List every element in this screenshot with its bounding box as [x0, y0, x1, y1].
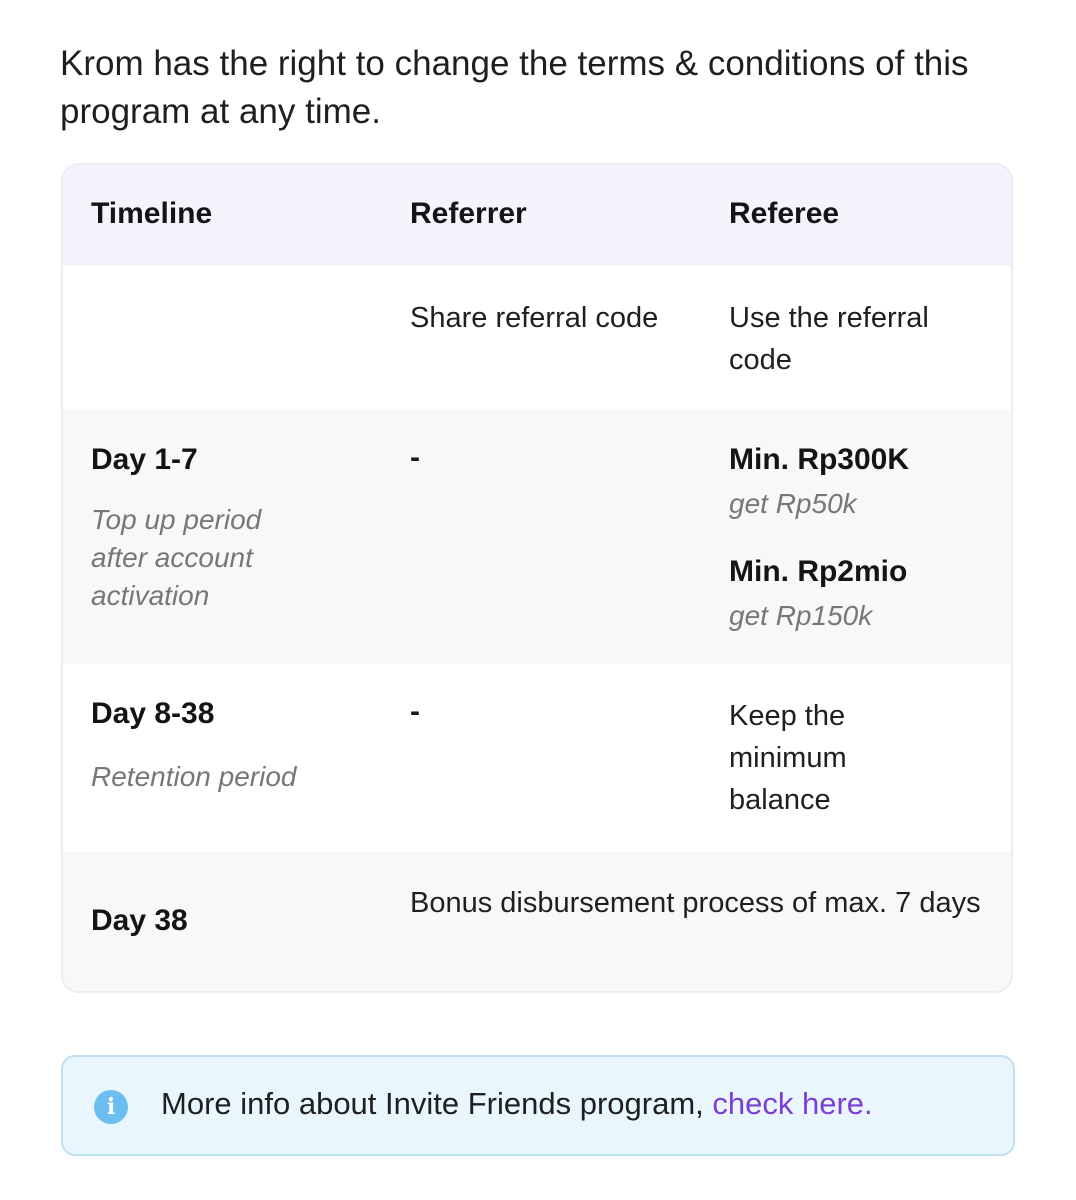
timeline-day-1-7: Day 1-7 — [91, 443, 198, 476]
header-referrer: Referrer — [410, 197, 527, 230]
check-here-link[interactable]: check here. — [712, 1086, 872, 1121]
table-header-row: Timeline Referrer Referee — [63, 165, 1011, 266]
timeline-day-8-38: Day 8-38 — [91, 697, 215, 730]
timeline-note-top-up: Top up period after account activation — [91, 504, 262, 611]
info-banner: i More info about Invite Friends program… — [61, 1055, 1015, 1156]
referee-tier-1-min: Min. Rp300K — [729, 443, 910, 476]
timeline-day-38: Day 38 — [91, 904, 188, 937]
referee-use-code: Use the referral code — [729, 302, 929, 376]
referral-timeline-table: Timeline Referrer Referee Share referral… — [61, 163, 1013, 993]
referrer-share-code: Share referral code — [410, 302, 659, 334]
referee-tier-2-min: Min. Rp2mio — [729, 555, 908, 588]
table-row-day-38: Day 38 Bonus disbursement process of max… — [63, 852, 1011, 991]
info-icon: i — [94, 1090, 128, 1124]
terms-notice: Krom has the right to change the terms &… — [60, 44, 969, 131]
referrer-dash: - — [410, 695, 420, 728]
referrer-dash: - — [410, 441, 420, 474]
table-row-share: Share referral code Use the referral cod… — [63, 266, 1011, 410]
referee-tier-1-get: get Rp50k — [729, 488, 857, 519]
referee-tier-2-get: get Rp150k — [729, 600, 873, 631]
table-row-day-1-7: Day 1-7 Top up period after account acti… — [63, 410, 1011, 664]
table-row-day-8-38: Day 8-38 Retention period - Keep the min… — [63, 664, 1011, 852]
header-referee: Referee — [729, 197, 840, 230]
bonus-disbursement-note: Bonus disbursement process of max. 7 day… — [410, 887, 981, 919]
header-timeline: Timeline — [91, 197, 213, 230]
referee-keep-balance: Keep the minimum balance — [729, 700, 847, 816]
info-message: More info about Invite Friends program, — [161, 1086, 713, 1121]
info-text: More info about Invite Friends program, … — [161, 1086, 873, 1122]
timeline-note-retention: Retention period — [91, 761, 297, 792]
